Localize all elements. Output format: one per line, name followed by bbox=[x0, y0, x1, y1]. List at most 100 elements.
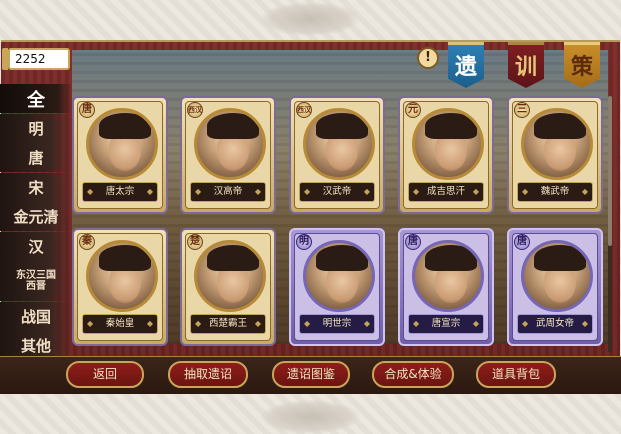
scrollbar-thumb[interactable] bbox=[608, 96, 612, 246]
emperor-nameplate: ◆ 西楚霸王 ◆ bbox=[190, 314, 266, 334]
item-bag-button[interactable]: 道具背包 bbox=[476, 361, 556, 388]
ornament-icon: ◆ bbox=[363, 187, 370, 196]
emperor-portrait bbox=[521, 240, 593, 312]
card-frame: 明 ◆ 明世宗 ◆ bbox=[294, 233, 380, 341]
emperor-card[interactable]: 唐 ◆ 唐宣宗 ◆ bbox=[398, 228, 494, 346]
dynasty-badge: 唐 bbox=[405, 234, 421, 250]
compose-experience-button[interactable]: 合成&体验 bbox=[372, 361, 454, 388]
emperor-nameplate: ◆ 成吉思汗 ◆ bbox=[408, 182, 484, 202]
card-frame: 西汉 ◆ 汉高帝 ◆ bbox=[185, 101, 271, 209]
dynasty-tab-three-kingdoms[interactable]: 东汉三国 西晋 bbox=[0, 261, 72, 301]
emperor-name: 武周女帝 bbox=[535, 318, 574, 329]
emperor-nameplate: ◆ 魏武帝 ◆ bbox=[517, 182, 593, 202]
emperor-card[interactable]: 唐 ◆ 武周女帝 ◆ bbox=[507, 228, 603, 346]
ornament-icon: ◆ bbox=[522, 319, 529, 328]
game-screen: 2252 ! 遗 训 策 全 明 唐 宋 金元清 汉 东汉三国 西晋 战国 其他… bbox=[0, 0, 621, 434]
emperor-portrait bbox=[194, 108, 266, 180]
emperor-portrait bbox=[194, 240, 266, 312]
currency-counter: 2252 bbox=[8, 48, 70, 70]
ornament-icon: ◆ bbox=[195, 319, 202, 328]
ornament-icon: ◆ bbox=[472, 187, 479, 196]
ornament-icon: ◆ bbox=[581, 319, 588, 328]
dynasty-badge: 明 bbox=[296, 234, 312, 250]
bottom-emblem bbox=[260, 400, 360, 434]
dynasty-badge: 三 bbox=[514, 102, 530, 118]
ornament-icon: ◆ bbox=[195, 187, 202, 196]
edict-catalog-button[interactable]: 遗诏图鉴 bbox=[272, 361, 350, 388]
emperor-nameplate: ◆ 汉高帝 ◆ bbox=[190, 182, 266, 202]
alert-icon[interactable]: ! bbox=[417, 47, 439, 69]
ornament-icon: ◆ bbox=[522, 187, 529, 196]
banner-xun-tab[interactable]: 训 bbox=[508, 42, 544, 88]
back-button[interactable]: 返回 bbox=[66, 361, 144, 388]
ornament-icon: ◆ bbox=[146, 319, 153, 328]
dynasty-badge: 唐 bbox=[514, 234, 530, 250]
dynasty-badge: 西汉 bbox=[187, 102, 203, 118]
card-frame: 元 ◆ 成吉思汗 ◆ bbox=[403, 101, 489, 209]
card-frame: 唐 ◆ 武周女帝 ◆ bbox=[512, 233, 598, 341]
emperor-card[interactable]: 元 ◆ 成吉思汗 ◆ bbox=[398, 96, 494, 214]
card-frame: 秦 ◆ 秦始皇 ◆ bbox=[77, 233, 163, 341]
dynasty-badge: 西汉 bbox=[296, 102, 312, 118]
card-frame: 西汉 ◆ 汉武帝 ◆ bbox=[294, 101, 380, 209]
dynasty-tab-tang[interactable]: 唐 bbox=[0, 143, 72, 172]
emperor-portrait bbox=[303, 108, 375, 180]
emperor-name: 秦始皇 bbox=[105, 318, 135, 329]
emperor-nameplate: ◆ 秦始皇 ◆ bbox=[82, 314, 158, 334]
banner-ce-tab[interactable]: 策 bbox=[564, 42, 600, 88]
dynasty-tab-han[interactable]: 汉 bbox=[0, 231, 72, 261]
emperor-portrait bbox=[412, 240, 484, 312]
banner-yi-tab[interactable]: 遗 bbox=[448, 42, 484, 88]
emperor-name: 汉武帝 bbox=[322, 186, 352, 197]
ornament-icon: ◆ bbox=[146, 187, 153, 196]
emperor-nameplate: ◆ 明世宗 ◆ bbox=[299, 314, 375, 334]
draw-edict-button[interactable]: 抽取遗诏 bbox=[168, 361, 248, 388]
emperor-portrait bbox=[86, 240, 158, 312]
dynasty-tab-song[interactable]: 宋 bbox=[0, 172, 72, 202]
ornament-icon: ◆ bbox=[304, 187, 311, 196]
card-frame: 唐 ◆ 唐宣宗 ◆ bbox=[403, 233, 489, 341]
emperor-nameplate: ◆ 唐太宗 ◆ bbox=[82, 182, 158, 202]
emperor-name: 成吉思汗 bbox=[426, 186, 465, 197]
ornament-icon: ◆ bbox=[254, 187, 261, 196]
ornament-icon: ◆ bbox=[472, 319, 479, 328]
emperor-card[interactable]: 西汉 ◆ 汉高帝 ◆ bbox=[180, 96, 276, 214]
ornament-icon: ◆ bbox=[413, 187, 420, 196]
card-frame: 三 ◆ 魏武帝 ◆ bbox=[512, 101, 598, 209]
dynasty-tab-all[interactable]: 全 bbox=[0, 84, 72, 113]
ornament-icon: ◆ bbox=[413, 319, 420, 328]
emperor-portrait bbox=[86, 108, 158, 180]
ornament-icon: ◆ bbox=[363, 319, 370, 328]
dynasty-tab-ming[interactable]: 明 bbox=[0, 113, 72, 143]
emperor-card[interactable]: 西汉 ◆ 汉武帝 ◆ bbox=[289, 96, 385, 214]
dynasty-filter-list: 全 明 唐 宋 金元清 汉 东汉三国 西晋 战国 其他 bbox=[0, 84, 72, 361]
dynasty-badge: 秦 bbox=[79, 234, 95, 250]
emperor-nameplate: ◆ 武周女帝 ◆ bbox=[517, 314, 593, 334]
dynasty-badge: 唐 bbox=[79, 102, 95, 118]
emperor-name: 西楚霸王 bbox=[208, 318, 247, 329]
emperor-card[interactable]: 三 ◆ 魏武帝 ◆ bbox=[507, 96, 603, 214]
emperor-portrait bbox=[303, 240, 375, 312]
card-frame: 楚 ◆ 西楚霸王 ◆ bbox=[185, 233, 271, 341]
emperor-name: 明世宗 bbox=[322, 318, 352, 329]
emperor-card[interactable]: 秦 ◆ 秦始皇 ◆ bbox=[72, 228, 168, 346]
emperor-nameplate: ◆ 唐宣宗 ◆ bbox=[408, 314, 484, 334]
dynasty-tab-jin-yuan-qing[interactable]: 金元清 bbox=[0, 202, 72, 231]
ornament-icon: ◆ bbox=[254, 319, 261, 328]
dynasty-tab-warring-states[interactable]: 战国 bbox=[0, 301, 72, 331]
emperor-nameplate: ◆ 汉武帝 ◆ bbox=[299, 182, 375, 202]
emperor-card[interactable]: 明 ◆ 明世宗 ◆ bbox=[289, 228, 385, 346]
emperor-card[interactable]: 唐 ◆ 唐太宗 ◆ bbox=[72, 96, 168, 214]
emperor-name: 魏武帝 bbox=[540, 186, 570, 197]
emperor-card[interactable]: 楚 ◆ 西楚霸王 ◆ bbox=[180, 228, 276, 346]
dynasty-badge: 元 bbox=[405, 102, 421, 118]
emperor-portrait bbox=[412, 108, 484, 180]
emperor-name: 唐太宗 bbox=[105, 186, 135, 197]
emperor-portrait bbox=[521, 108, 593, 180]
top-emblem bbox=[260, 2, 360, 36]
ornament-icon: ◆ bbox=[581, 187, 588, 196]
ornament-icon: ◆ bbox=[87, 319, 94, 328]
dynasty-badge: 楚 bbox=[187, 234, 203, 250]
card-frame: 唐 ◆ 唐太宗 ◆ bbox=[77, 101, 163, 209]
emperor-name: 汉高帝 bbox=[213, 186, 243, 197]
